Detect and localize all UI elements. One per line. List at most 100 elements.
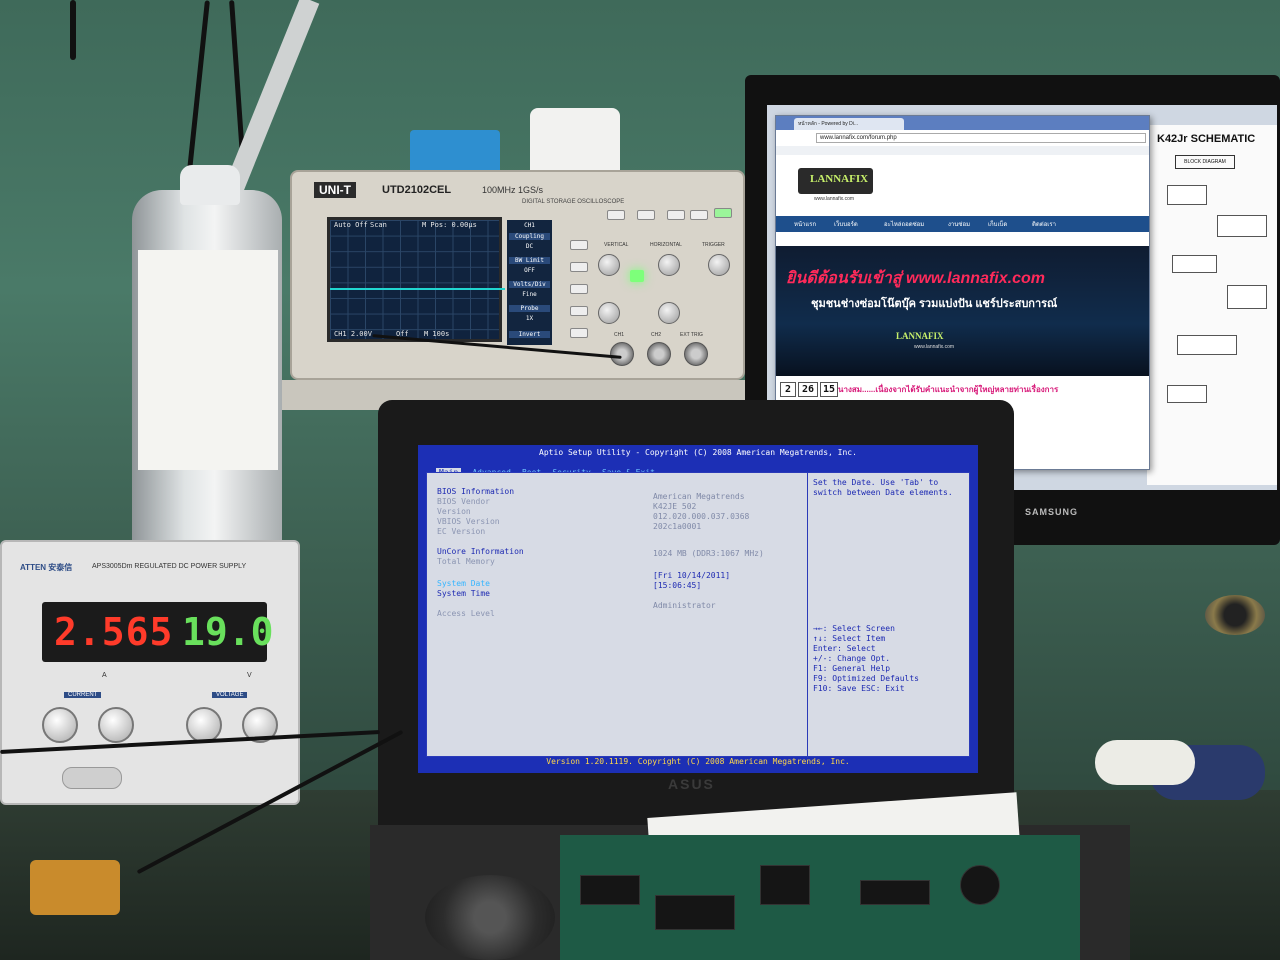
bios-screen: Aptio Setup Utility - Copyright (C) 2008…	[418, 445, 978, 773]
nav-item-misc[interactable]: เก็บเบ็ด	[988, 219, 1007, 229]
bios-section-heading: BIOS Information	[437, 487, 515, 496]
scope-run-stop-button[interactable]	[714, 208, 732, 218]
banner-logo-text: LANNAFIX	[896, 331, 944, 341]
scope-menu-label[interactable]: Invert	[509, 331, 550, 338]
site-banner: ยินดีต้อนรับเข้าสู่ www.lannafix.com ชุม…	[776, 246, 1149, 376]
scope-menu-button[interactable]	[607, 210, 625, 220]
bios-key-hint: F9: Optimized Defaults	[813, 674, 919, 683]
browser-address-bar[interactable]: www.lannafix.com/forum.php	[816, 133, 1146, 143]
bios-help-text: Set the Date. Use 'Tab' to	[813, 478, 939, 487]
bios-key-hint: →←: Select Screen	[813, 624, 895, 633]
solder-wick-reel	[1205, 595, 1265, 635]
scope-trigger-level-knob[interactable]	[708, 254, 730, 276]
psu-power-switch[interactable]	[62, 767, 122, 789]
psu-current-fine-knob[interactable]	[98, 707, 134, 743]
scope-f5-button[interactable]	[570, 328, 588, 338]
site-url: www.lannafix.com	[814, 196, 855, 202]
spray-can-cap	[180, 165, 240, 205]
vbios-version-label: VBIOS Version	[437, 517, 500, 526]
cooling-fan	[425, 875, 555, 960]
access-level-label: Access Level	[437, 609, 495, 618]
browser-bookmarks-bar	[776, 146, 1149, 155]
system-date-label[interactable]: System Date	[437, 579, 490, 588]
nav-item-home[interactable]: หน้าแรก	[794, 219, 816, 229]
scope-time-div-knob[interactable]	[658, 302, 680, 324]
scope-menu-button[interactable]	[690, 210, 708, 220]
bios-tab-bar: Main Advanced Boot Security Save & Exit	[436, 460, 661, 477]
psu-current-label: CURRENT	[64, 692, 102, 698]
nav-item-parts[interactable]: อะไหล่ถอดซ่อม	[884, 219, 924, 229]
scope-f1-button[interactable]	[570, 240, 588, 250]
scope-screen: Scan M Pos: 0.00μs CH1 2.00V Off M 100s …	[327, 217, 505, 342]
bios-key-hint: F10: Save ESC: Exit	[813, 684, 905, 693]
scope-volts-div-knob[interactable]	[598, 302, 620, 324]
system-date-field[interactable]: [Fri 10/14/2011]	[653, 571, 730, 580]
bios-main-panel: BIOS Information BIOS Vendor American Me…	[426, 472, 970, 758]
scope-ch2-input[interactable]	[647, 342, 671, 366]
system-time-label[interactable]: System Time	[437, 589, 490, 598]
browser-tab[interactable]: หน้าหลัก - Powered by Di...	[794, 118, 904, 130]
system-time-field[interactable]: [15:06:45]	[653, 581, 701, 590]
scope-menu-value: 1X	[525, 315, 534, 322]
scope-trig-mode: Auto Off	[334, 221, 368, 229]
scope-menu-value: OFF	[524, 267, 535, 274]
scope-menu-value: Fine	[522, 291, 537, 298]
browser-tab-bar: หน้าหลัก - Powered by Di...	[776, 116, 1149, 130]
scope-brand: UNI-T	[314, 182, 356, 198]
scope-f4-button[interactable]	[570, 306, 588, 316]
date-digit: 15	[820, 382, 838, 397]
access-level-value: Administrator	[653, 601, 716, 610]
vbios-version-value: 012.020.000.037.0368	[653, 512, 750, 521]
total-memory-value: 1024 MB (DDR3:1067 MHz)	[653, 549, 764, 558]
board-chip	[860, 880, 930, 905]
bios-key-hint: F1: General Help	[813, 664, 891, 673]
date-bar: 2 26 15 นางสม......เนื่องจากได้รับคำแนะน…	[776, 381, 1149, 399]
bios-help-text: switch between Date elements.	[813, 488, 953, 497]
scope-port-label: CH1	[614, 332, 625, 338]
scope-menu-label[interactable]: Coupling	[509, 233, 550, 240]
scope-menu-value: DC	[525, 243, 534, 250]
scope-horizontal-position-knob[interactable]	[658, 254, 680, 276]
nav-item-repair[interactable]: งานซ่อม	[948, 219, 970, 229]
scope-menu-button[interactable]	[667, 210, 685, 220]
white-tool	[1095, 740, 1195, 785]
scope-grid	[330, 220, 499, 339]
site-header: LANNAFIX www.lannafix.com	[776, 164, 1149, 214]
scope-port-label: CH2	[651, 332, 662, 338]
scope-menu-label: CH1	[524, 222, 535, 229]
psu-voltage-readout: 19.0	[182, 610, 274, 654]
mainboard	[560, 835, 1080, 960]
scope-ch1-input[interactable]	[610, 342, 634, 366]
schematic-window: K42Jr SCHEMATIC BLOCK DIAGRAM	[1147, 125, 1277, 485]
scope-mpos: M Pos: 0.00μs	[422, 221, 477, 229]
scope-spec: 100MHz 1GS/s	[482, 185, 544, 195]
schematic-box	[1177, 335, 1237, 355]
scope-ch1-led-button[interactable]	[630, 270, 644, 282]
heatsink	[410, 130, 500, 175]
bios-version-label: Version	[437, 507, 471, 516]
nav-item-webboard[interactable]: เว็บบอร์ด	[834, 219, 858, 229]
bios-key-hint: Enter: Select	[813, 644, 876, 653]
banner-url: www.lannafix.com	[914, 344, 955, 350]
scope-f2-button[interactable]	[570, 262, 588, 272]
bios-panel-divider	[807, 473, 808, 758]
nav-item-contact[interactable]: ติดต่อเรา	[1032, 219, 1056, 229]
scope-menu-label[interactable]: Volts/Div	[509, 281, 550, 288]
psu-brand: ATTEN 安泰信	[20, 563, 73, 572]
monitor-brand: SAMSUNG	[1025, 507, 1079, 517]
scope-ext-trig-input[interactable]	[684, 342, 708, 366]
scope-vertical-position-knob[interactable]	[598, 254, 620, 276]
scope-menu-label[interactable]: Probe	[509, 305, 550, 312]
laptop-brand-logo: ASUS	[668, 776, 715, 792]
bios-footer: Version 1.20.1119. Copyright (C) 2008 Am…	[546, 757, 850, 766]
site-nav: หน้าแรก เว็บบอร์ด อะไหล่ถอดซ่อม งานซ่อม …	[776, 216, 1149, 232]
scope-menu-button[interactable]	[637, 210, 655, 220]
schematic-title: K42Jr SCHEMATIC	[1157, 133, 1256, 145]
scope-f3-button[interactable]	[570, 284, 588, 294]
scope-description: DIGITAL STORAGE OSCILLOSCOPE	[522, 199, 625, 205]
psu-display: 2.565 19.0	[42, 602, 274, 662]
schematic-box	[1172, 255, 1217, 273]
scope-ch-readout: CH1 2.00V	[334, 330, 372, 338]
psu-current-coarse-knob[interactable]	[42, 707, 78, 743]
scope-menu-label[interactable]: BW Limit	[509, 257, 550, 264]
